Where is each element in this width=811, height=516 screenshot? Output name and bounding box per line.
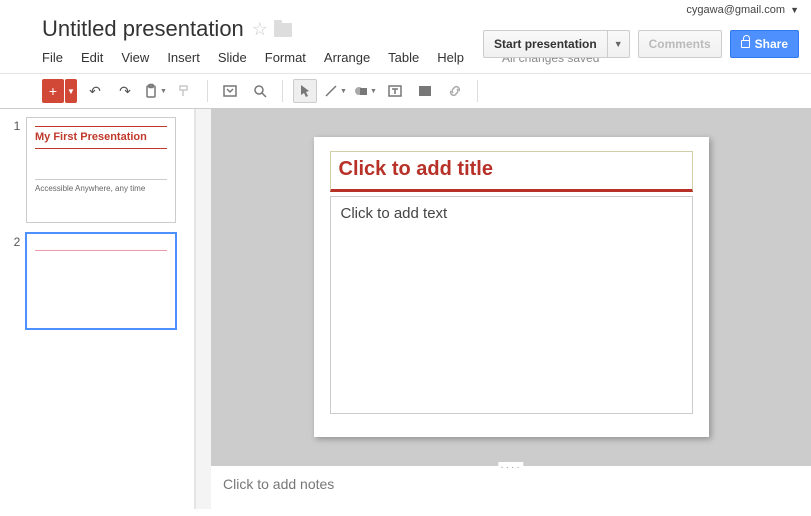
redo-button[interactable]: ↷ <box>113 79 137 103</box>
lock-icon <box>741 40 750 48</box>
doc-title[interactable]: Untitled presentation <box>42 16 244 42</box>
drag-handle-icon[interactable]: ···· <box>498 462 523 473</box>
line-tool[interactable]: ▼ <box>323 79 347 103</box>
shape-tool[interactable]: ▼ <box>353 79 377 103</box>
menu-slide[interactable]: Slide <box>218 50 247 65</box>
notes-placeholder: Click to add notes <box>223 476 334 492</box>
new-slide-dropdown[interactable]: ▼ <box>65 79 77 103</box>
paste-button[interactable]: ▼ <box>143 79 167 103</box>
new-slide-button[interactable]: + <box>42 79 64 103</box>
menu-help[interactable]: Help <box>437 50 464 65</box>
thumb-number: 1 <box>8 117 26 223</box>
start-presentation-label: Start presentation <box>494 37 597 51</box>
decorative-line <box>35 148 167 149</box>
start-presentation-dropdown[interactable]: ▼ <box>608 30 630 58</box>
menu-view[interactable]: View <box>121 50 149 65</box>
title-placeholder-text: Click to add title <box>339 158 684 181</box>
thumbnail-panel: 1 My First Presentation Accessible Anywh… <box>0 109 195 509</box>
menu-table[interactable]: Table <box>388 50 419 65</box>
account-email: cygawa@gmail.com <box>686 4 785 16</box>
slide-thumb-1[interactable]: My First Presentation Accessible Anywher… <box>26 117 176 223</box>
slide-thumb-2[interactable] <box>26 233 176 329</box>
image-tool[interactable] <box>413 79 437 103</box>
speaker-notes[interactable]: ···· Click to add notes <box>211 465 811 509</box>
body-placeholder-text: Click to add text <box>341 205 448 222</box>
decorative-line <box>35 126 167 127</box>
comments-button[interactable]: Comments <box>638 30 722 58</box>
paint-format-button[interactable] <box>173 79 197 103</box>
zoom-fit-button[interactable] <box>218 79 242 103</box>
title-placeholder-box[interactable]: Click to add title <box>330 151 693 192</box>
slide-canvas[interactable]: Click to add title Click to add text <box>314 137 709 437</box>
body-placeholder-box[interactable]: Click to add text <box>330 196 693 414</box>
menu-file[interactable]: File <box>42 50 63 65</box>
share-button[interactable]: Share <box>730 30 799 58</box>
thumb-scrollbar[interactable] <box>195 109 211 509</box>
separator <box>477 80 478 102</box>
select-tool[interactable] <box>293 79 317 103</box>
star-icon[interactable]: ☆ <box>252 19 268 40</box>
zoom-button[interactable] <box>248 79 272 103</box>
start-presentation-button[interactable]: Start presentation <box>483 30 608 58</box>
thumb-subtitle: Accessible Anywhere, any time <box>35 184 167 194</box>
link-tool[interactable] <box>443 79 467 103</box>
account-menu[interactable]: cygawa@gmail.com ▼ <box>686 4 799 16</box>
textbox-tool[interactable] <box>383 79 407 103</box>
undo-button[interactable]: ↶ <box>83 79 107 103</box>
share-label: Share <box>755 37 788 51</box>
comments-label: Comments <box>649 37 711 51</box>
canvas-area: Click to add title Click to add text ···… <box>211 109 811 509</box>
separator <box>207 80 208 102</box>
decorative-line <box>35 179 167 180</box>
menu-format[interactable]: Format <box>265 50 306 65</box>
chevron-down-icon: ▼ <box>790 5 799 15</box>
toolbar: + ▼ ↶ ↷ ▼ ▼ ▼ <box>0 73 811 109</box>
start-presentation-group: Start presentation ▼ <box>483 30 630 58</box>
thumb-title: My First Presentation <box>35 131 167 144</box>
canvas-stage[interactable]: Click to add title Click to add text <box>211 109 811 465</box>
menu-insert[interactable]: Insert <box>167 50 200 65</box>
decorative-line <box>35 250 167 251</box>
thumb-number: 2 <box>8 233 26 329</box>
menu-arrange[interactable]: Arrange <box>324 50 370 65</box>
folder-icon[interactable] <box>274 23 292 37</box>
separator <box>282 80 283 102</box>
menu-edit[interactable]: Edit <box>81 50 103 65</box>
